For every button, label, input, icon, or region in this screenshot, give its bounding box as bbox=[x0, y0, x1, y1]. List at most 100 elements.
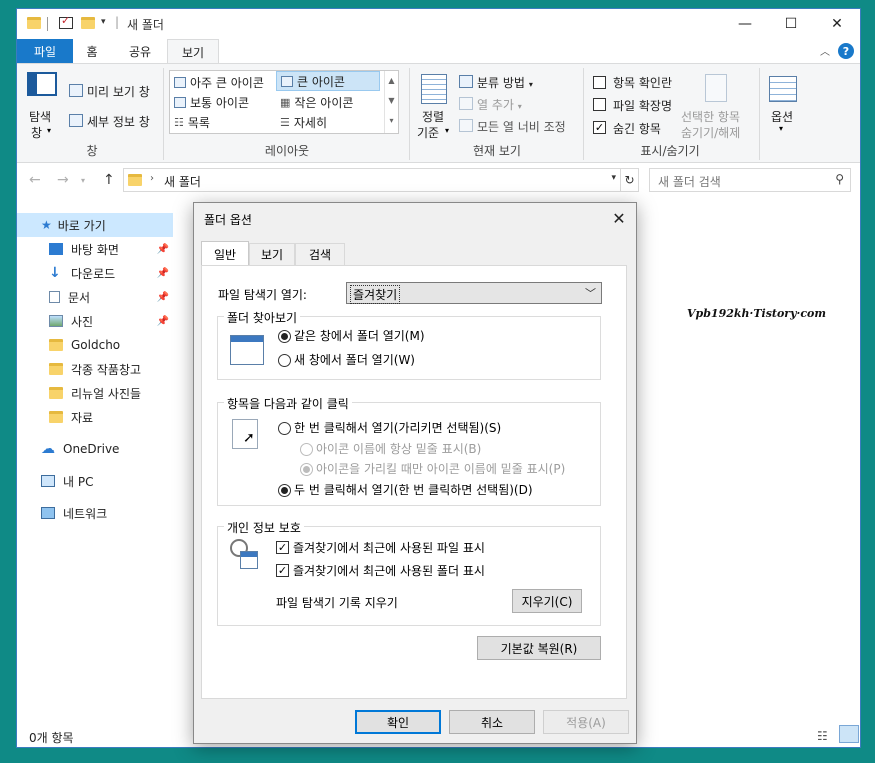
ok-button[interactable]: 확인 bbox=[355, 710, 441, 734]
item-checkboxes-label[interactable]: 항목 확인란 bbox=[613, 74, 672, 91]
file-extensions-checkbox[interactable] bbox=[593, 98, 606, 111]
pin-icon[interactable]: 📌 bbox=[157, 268, 169, 279]
open-explorer-select[interactable]: 즐겨찾기 ﹀ bbox=[346, 282, 602, 304]
nav-quick-access[interactable]: ★ 바로 가기 bbox=[17, 213, 173, 237]
nav-item-documents[interactable]: 문서 📌 bbox=[17, 285, 173, 309]
same-window-radio[interactable] bbox=[278, 330, 291, 343]
nav-this-pc[interactable]: 내 PC bbox=[17, 469, 173, 493]
hide-selected-icon bbox=[705, 74, 727, 102]
back-icon[interactable]: ← bbox=[29, 172, 41, 188]
add-columns-button[interactable]: 열 추가 ▾ bbox=[477, 96, 522, 113]
search-icon[interactable]: ⚲ bbox=[835, 172, 844, 186]
clear-history-button[interactable]: 지우기(C) bbox=[512, 589, 582, 613]
layout-large-icons[interactable]: 큰 아이콘 bbox=[276, 71, 380, 91]
nav-item-goldcho[interactable]: Goldcho bbox=[17, 333, 173, 357]
recent-files-option[interactable]: ✓ 즐겨찾기에서 최근에 사용된 파일 표시 bbox=[276, 539, 485, 556]
help-icon[interactable]: ? bbox=[838, 43, 854, 59]
nav-onedrive[interactable]: ☁ OneDrive bbox=[17, 437, 173, 461]
new-folder-icon[interactable] bbox=[81, 17, 95, 29]
details-view-icon[interactable]: ☷ bbox=[817, 729, 828, 743]
frequent-folders-option[interactable]: ✓ 즐겨찾기에서 최근에 사용된 폴더 표시 bbox=[276, 562, 485, 579]
frequent-folders-checkbox[interactable]: ✓ bbox=[276, 564, 289, 577]
refresh-icon[interactable]: ↻ bbox=[621, 168, 639, 192]
maximize-button[interactable]: ☐ bbox=[768, 9, 814, 39]
sort-by-button-line2[interactable]: 기준 bbox=[417, 124, 439, 141]
nav-item-data[interactable]: 자료 bbox=[17, 405, 173, 429]
pin-icon[interactable]: 📌 bbox=[157, 244, 169, 255]
properties-icon[interactable]: ✓ bbox=[59, 14, 73, 29]
hidden-items-checkbox[interactable]: ✓ bbox=[593, 121, 606, 134]
tab-home[interactable]: 홈 bbox=[73, 39, 111, 63]
restore-defaults-button[interactable]: 기본값 복원(R) bbox=[477, 636, 601, 660]
hidden-items-label[interactable]: 숨긴 항목 bbox=[613, 120, 661, 137]
customize-quick-access-icon[interactable]: ▾ bbox=[101, 17, 106, 27]
medium-icons-icon bbox=[174, 96, 186, 108]
sort-by-button[interactable]: 정렬 bbox=[422, 108, 444, 125]
new-window-option[interactable]: 새 창에서 폴더 열기(W) bbox=[278, 351, 415, 368]
size-all-columns-button[interactable]: 모든 열 너비 조정 bbox=[477, 118, 566, 135]
underline-always-radio[interactable] bbox=[300, 443, 313, 456]
large-icons-view-icon[interactable] bbox=[839, 725, 859, 743]
dialog-title: 폴더 옵션 bbox=[204, 213, 252, 227]
underline-hover-option[interactable]: 아이콘을 가리킬 때만 아이콘 이름에 밑줄 표시(P) bbox=[300, 460, 565, 477]
tab-share[interactable]: 공유 bbox=[115, 39, 165, 63]
recent-files-checkbox[interactable]: ✓ bbox=[276, 541, 289, 554]
tab-view[interactable]: 보기 bbox=[249, 243, 295, 265]
tab-general[interactable]: 일반 bbox=[201, 241, 249, 266]
cloud-icon: ☁ bbox=[41, 441, 55, 457]
group-by-button[interactable]: 분류 방법 ▾ bbox=[477, 74, 533, 91]
search-input[interactable]: 새 폴더 검색 ⚲ bbox=[649, 168, 851, 192]
minimize-button[interactable]: — bbox=[722, 9, 768, 39]
double-click-option[interactable]: 두 번 클릭해서 열기(한 번 클릭하면 선택됨)(D) bbox=[278, 481, 533, 498]
item-checkboxes-checkbox[interactable] bbox=[593, 76, 606, 89]
layout-medium-icons[interactable]: 보통 아이콘 bbox=[170, 92, 274, 112]
new-window-radio[interactable] bbox=[278, 354, 291, 367]
navigation-pane-icon[interactable] bbox=[27, 72, 57, 96]
single-click-radio[interactable] bbox=[278, 422, 291, 435]
sort-by-icon[interactable] bbox=[421, 74, 447, 104]
nav-item-works[interactable]: 각종 작품창고 bbox=[17, 357, 173, 381]
nav-item-desktop[interactable]: 바탕 화면 📌 bbox=[17, 237, 173, 261]
close-button[interactable]: ✕ bbox=[814, 9, 860, 39]
layout-list[interactable]: ☷ 목록 bbox=[170, 112, 274, 132]
details-pane-button[interactable]: 세부 정보 창 bbox=[87, 113, 150, 130]
cancel-button[interactable]: 취소 bbox=[449, 710, 535, 734]
address-history-icon[interactable]: ▾ bbox=[611, 173, 616, 183]
tab-search[interactable]: 검색 bbox=[295, 243, 345, 265]
collapse-ribbon-icon[interactable]: ︿ bbox=[820, 43, 830, 58]
recent-locations-icon[interactable]: ▾ bbox=[81, 176, 85, 185]
nav-item-downloads[interactable]: ↓ 다운로드 📌 bbox=[17, 261, 173, 285]
navigation-pane-button-line2[interactable]: 창 bbox=[31, 124, 42, 141]
nav-item-renewal-photos[interactable]: 리뉴얼 사진들 bbox=[17, 381, 173, 405]
single-click-option[interactable]: 한 번 클릭해서 열기(가리키면 선택됨)(S) bbox=[278, 419, 501, 436]
up-icon[interactable]: ↑ bbox=[103, 172, 115, 188]
tab-view[interactable]: 보기 bbox=[167, 39, 219, 64]
same-window-option[interactable]: 같은 창에서 폴더 열기(M) bbox=[278, 327, 425, 344]
layout-extra-large-icons[interactable]: 아주 큰 아이콘 bbox=[170, 72, 274, 92]
download-icon: ↓ bbox=[49, 265, 61, 281]
hide-selected-button-line2[interactable]: 숨기기/해제 bbox=[681, 124, 740, 141]
forward-icon[interactable]: → bbox=[57, 172, 69, 188]
hide-selected-button[interactable]: 선택한 항목 bbox=[681, 108, 740, 125]
underline-hover-radio[interactable] bbox=[300, 463, 313, 476]
address-bar-row: ← → ▾ ↑ › 새 폴더 ▾ ↻ 새 폴더 검색 ⚲ bbox=[17, 164, 860, 196]
nav-item-pictures[interactable]: 사진 📌 bbox=[17, 309, 173, 333]
layout-small-icons[interactable]: ▦ 작은 아이콘 bbox=[276, 92, 380, 112]
double-click-radio[interactable] bbox=[278, 484, 291, 497]
options-icon[interactable] bbox=[769, 76, 797, 102]
preview-pane-button[interactable]: 미리 보기 창 bbox=[87, 83, 150, 100]
tab-file[interactable]: 파일 bbox=[17, 39, 73, 63]
navigation-pane-button[interactable]: 탐색 bbox=[29, 108, 51, 125]
close-icon[interactable]: ✕ bbox=[608, 207, 630, 229]
underline-always-option[interactable]: 아이콘 이름에 항상 밑줄 표시(B) bbox=[300, 440, 481, 457]
breadcrumb[interactable]: 새 폴더 bbox=[164, 173, 201, 190]
address-input[interactable]: › 새 폴더 ▾ bbox=[123, 168, 621, 192]
nav-network[interactable]: 네트워크 bbox=[17, 501, 173, 525]
file-extensions-label[interactable]: 파일 확장명 bbox=[613, 97, 672, 114]
options-button[interactable]: 옵션 bbox=[771, 108, 793, 125]
layout-details[interactable]: ☰ 자세히 bbox=[276, 112, 380, 132]
pin-icon[interactable]: 📌 bbox=[157, 316, 169, 327]
gallery-scroll[interactable]: ▲ ▼ ▾ bbox=[384, 71, 398, 133]
apply-button[interactable]: 적용(A) bbox=[543, 710, 629, 734]
pin-icon[interactable]: 📌 bbox=[157, 292, 169, 303]
